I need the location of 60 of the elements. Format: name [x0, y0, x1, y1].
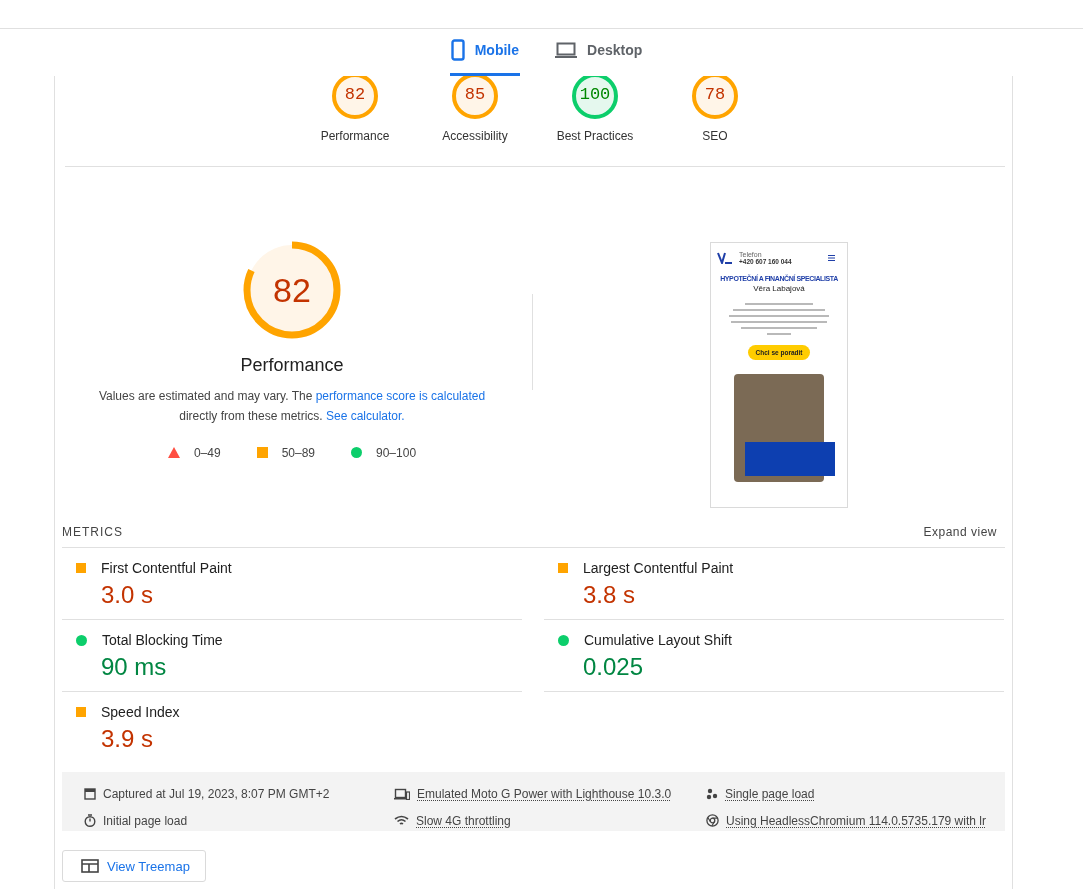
- signal-icon: [394, 815, 409, 826]
- run-info-link[interactable]: Slow 4G throttling: [416, 813, 511, 828]
- performance-description: Values are estimated and may vary. The performance score is calculated directly from these metrics. See calculator.: [97, 387, 487, 425]
- logo-icon: [717, 252, 733, 264]
- square-icon: [558, 563, 568, 573]
- metric-name: Speed Index: [101, 704, 180, 720]
- treemap-icon: [81, 859, 99, 873]
- metric-name: Largest Contentful Paint: [583, 560, 734, 576]
- performance-title: Performance: [240, 354, 344, 376]
- legend-label: 50–89: [281, 445, 315, 460]
- score-gauge[interactable]: [450, 76, 500, 121]
- metric-value: 3.9 s: [101, 725, 154, 753]
- legend-label: 0–49: [193, 445, 221, 460]
- score-value: 82: [343, 85, 367, 104]
- description-link[interactable]: See calculator.: [326, 408, 405, 423]
- device-tab[interactable]: Desktop: [554, 29, 644, 76]
- score-gauge[interactable]: [570, 76, 620, 121]
- legend-label: 90–100: [376, 445, 417, 460]
- expand-view-button[interactable]: Expand view: [923, 525, 1005, 539]
- metric-name: Total Blocking Time: [102, 632, 223, 648]
- metric-name: Cumulative Layout Shift: [584, 632, 732, 648]
- browser-icon: [706, 814, 719, 827]
- circle-icon: [76, 634, 87, 646]
- laptop-icon: [555, 42, 578, 58]
- calendar-icon: [84, 787, 96, 800]
- triangle-icon: [167, 447, 180, 458]
- category-label: Accessibility: [442, 129, 508, 143]
- score-value: 100: [578, 85, 612, 104]
- performance-score: 82: [273, 272, 311, 307]
- category-label: Best Practices: [556, 129, 634, 143]
- square-icon: [76, 563, 86, 573]
- metric-value: 90 ms: [101, 653, 167, 681]
- page-heading: Věra Labajová: [753, 284, 805, 293]
- metric-value: 0.025: [583, 653, 644, 681]
- score-value: 78: [703, 85, 727, 104]
- metric-value: 3.8 s: [583, 581, 636, 609]
- score-gauge[interactable]: [330, 76, 380, 121]
- run-info-link[interactable]: Using HeadlessChromium 114.0.5735.179 with lr: [726, 813, 986, 828]
- circle-icon: [351, 447, 362, 458]
- metric-name: First Contentful Paint: [101, 560, 232, 576]
- score-gauge[interactable]: [690, 76, 740, 121]
- run-info-text: Captured at Jul 19, 2023, 8:07 PM GMT+2: [103, 786, 330, 801]
- metrics-heading: METRICS: [62, 525, 123, 539]
- category-label: SEO: [702, 129, 728, 143]
- run-info-link[interactable]: Single page load: [725, 786, 815, 801]
- view-treemap-button[interactable]: View Treemap: [62, 850, 206, 882]
- run-info-link[interactable]: Emulated Moto G Power with Lighthouse 10.3.0: [417, 786, 672, 801]
- square-icon: [76, 707, 86, 717]
- square-icon: [256, 447, 268, 458]
- phone-icon: [450, 39, 465, 61]
- menu-icon: [828, 255, 835, 261]
- score-value: 85: [463, 85, 487, 104]
- run-info-text: Initial page load: [103, 813, 188, 828]
- circle-icon: [558, 634, 569, 646]
- devices-icon: [394, 787, 410, 800]
- metric-value: 3.0 s: [101, 581, 154, 609]
- dots-icon: [706, 787, 718, 800]
- category-label: Performance: [320, 129, 390, 143]
- stopwatch-icon: [84, 814, 96, 827]
- description-link[interactable]: performance score is calculated: [315, 388, 486, 403]
